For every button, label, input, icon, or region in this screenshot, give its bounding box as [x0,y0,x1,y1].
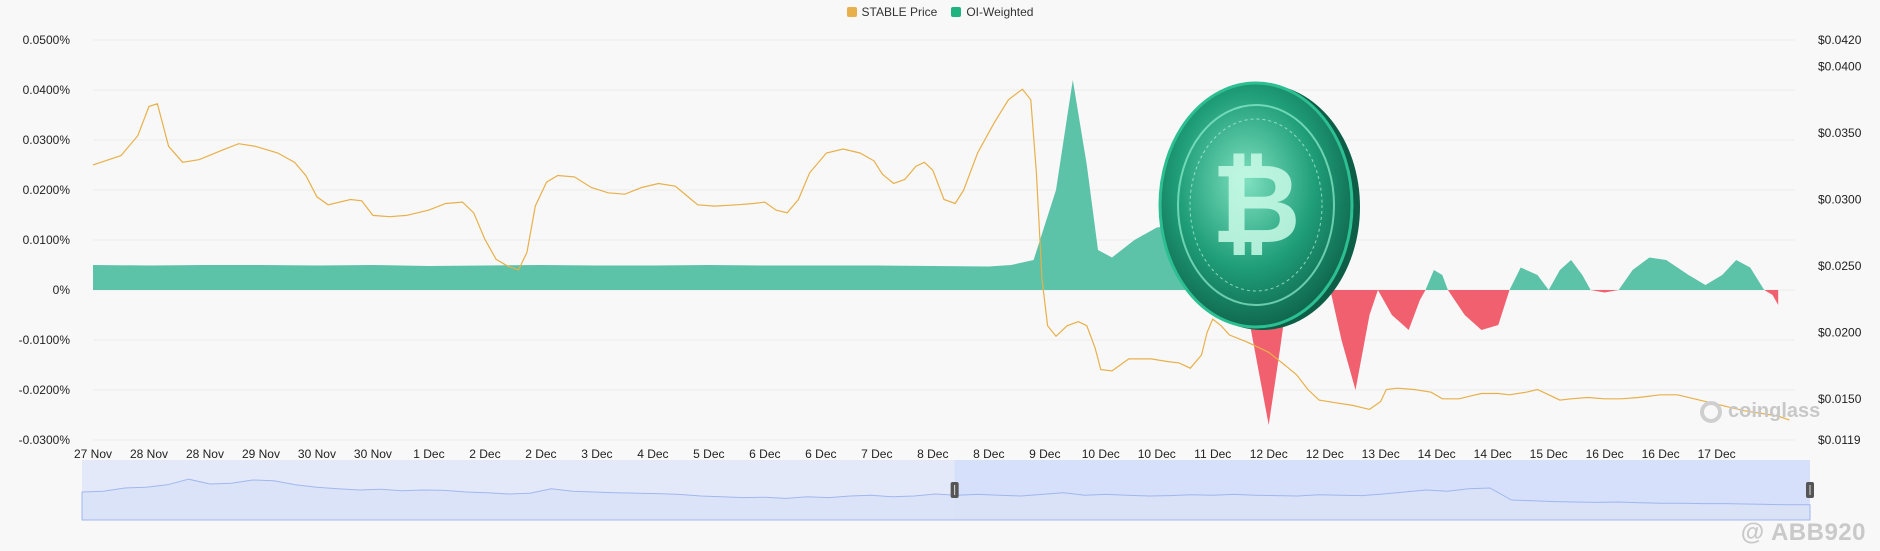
left-tick-label: -0.0300% [19,433,71,447]
stable-price-line [92,88,1790,421]
brand-text: coinglass [1728,400,1821,422]
left-tick-label: 0.0100% [23,233,71,247]
x-tick-label: 16 Dec [1642,447,1680,461]
x-tick-label: 9 Dec [1029,447,1060,461]
range-navigator[interactable] [81,460,1814,521]
x-tick-label: 11 Dec [1194,447,1231,461]
left-tick-label: 0.0200% [23,183,71,197]
x-tick-label: 14 Dec [1474,447,1512,461]
right-tick-label: $0.0350 [1818,126,1862,140]
legend: STABLE Price OI-Weighted [0,5,1880,19]
x-tick-label: 14 Dec [1418,447,1456,461]
legend-item-price[interactable]: STABLE Price [846,5,938,19]
x-tick-label: 13 Dec [1362,447,1400,461]
legend-price-label: STABLE Price [861,5,938,19]
navigator-left-handle[interactable] [950,482,959,498]
x-tick-label: 15 Dec [1530,447,1568,461]
left-tick-label: -0.0100% [19,333,71,347]
x-tick-label: 1 Dec [413,447,444,461]
left-tick-label: 0% [53,283,71,297]
oi-positive-area [93,80,1779,290]
left-tick-label: 0.0400% [23,83,71,97]
x-tick-label: 29 Nov [242,447,280,461]
navigator-right-handle[interactable] [1806,482,1814,498]
grid-lines [93,39,1795,441]
x-tick-label: 3 Dec [581,447,612,461]
price-line [92,88,1790,421]
x-tick-label: 10 Dec [1082,447,1120,461]
right-tick-label: $0.0200 [1818,325,1862,339]
left-tick-label: 0.0300% [23,133,71,147]
right-tick-label: $0.0300 [1818,192,1862,206]
x-axis: 27 Nov 28 Nov 28 Nov 29 Nov 30 Nov 30 Nov 1 De… [74,447,1736,461]
right-tick-label: $0.0400 [1818,60,1862,74]
x-tick-label: 28 Nov [186,447,224,461]
bitcoin-icon: ₿ [1211,140,1301,268]
x-tick-label: 10 Dec [1138,447,1176,461]
x-tick-label: 27 Nov [74,447,112,461]
x-tick-label: 8 Dec [917,447,948,461]
left-tick-label: -0.0200% [19,383,71,397]
x-tick-label: 28 Nov [130,447,168,461]
left-y-axis: 0.0500% 0.0400% 0.0300% 0.0200% 0.0100% 0% -0.… [19,33,71,447]
legend-oi-label: OI-Weighted [966,5,1034,19]
x-tick-label: 30 Nov [354,447,392,461]
right-tick-label: $0.0250 [1818,259,1862,273]
bitcoin-coin-image: ₿ [1158,81,1360,330]
oi-weighted-area [93,80,1779,425]
x-tick-label: 16 Dec [1586,447,1624,461]
oi-negative-area [93,290,1779,425]
x-tick-label: 5 Dec [693,447,724,461]
chart-svg: 0.0500% 0.0400% 0.0300% 0.0200% 0.0100% 0% -0.… [19,33,1862,521]
x-tick-label: 17 Dec [1698,447,1736,461]
x-tick-label: 2 Dec [469,447,500,461]
x-tick-label: 6 Dec [805,447,836,461]
oi-swatch [951,7,962,17]
right-tick-label: $0.0150 [1818,392,1862,406]
left-tick-label: 0.0500% [23,33,71,47]
x-tick-label: 6 Dec [749,447,780,461]
x-tick-label: 12 Dec [1306,447,1344,461]
x-tick-label: 7 Dec [861,447,892,461]
coinglass-logo: coinglass [1700,400,1820,423]
x-tick-label: 8 Dec [973,447,1004,461]
x-tick-label: 2 Dec [525,447,556,461]
coinglass-icon [1700,400,1722,423]
right-tick-label: $0.0119 [1818,433,1861,447]
x-tick-label: 12 Dec [1250,447,1288,461]
legend-item-oi[interactable]: OI-Weighted [951,5,1033,19]
x-tick-label: 4 Dec [637,447,668,461]
right-y-axis: $0.0420 $0.0400 $0.0350 $0.0300 $0.0250 $0.02… [1818,33,1862,447]
author-watermark: @ ABB920 [1740,519,1866,546]
x-tick-label: 30 Nov [298,447,336,461]
right-tick-label: $0.0420 [1818,33,1862,47]
price-swatch [846,7,857,17]
